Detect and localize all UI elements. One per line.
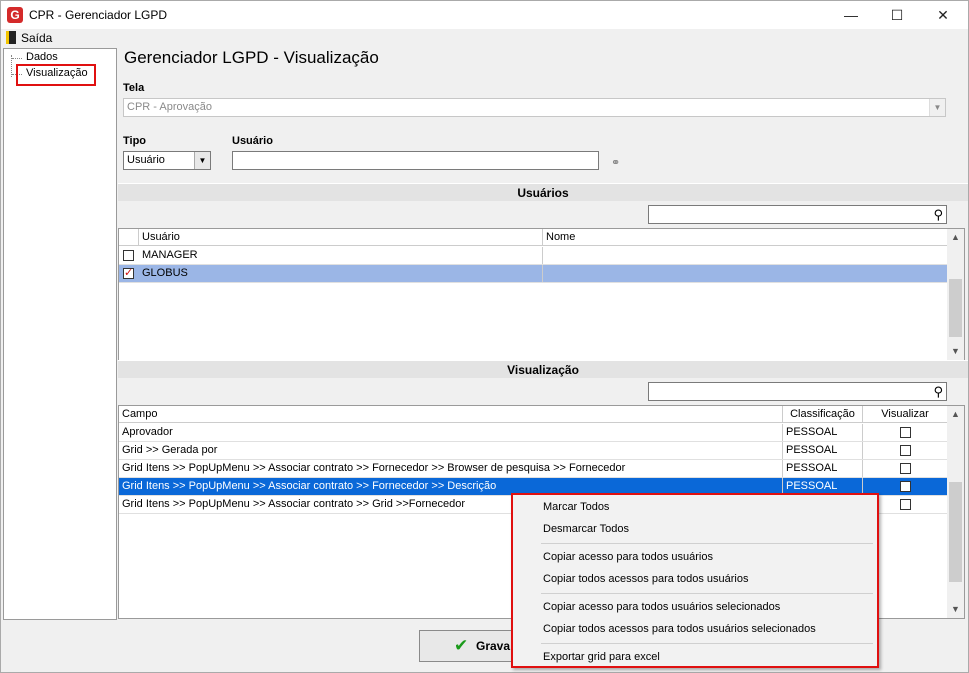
menu-item-exportar-excel[interactable]: Exportar grid para excel [543, 651, 660, 663]
chevron-down-icon: ▼ [929, 99, 945, 116]
scroll-up-icon[interactable]: ▲ [951, 232, 960, 242]
app-logo-icon: G [7, 7, 23, 23]
view-col-visualizar[interactable]: Visualizar [863, 406, 948, 423]
close-button[interactable]: ✕ [920, 1, 966, 29]
checkmark-icon: ✔ [454, 636, 469, 655]
table-row[interactable]: GLOBUS [119, 265, 948, 283]
table-row[interactable]: Aprovador PESSOAL [119, 424, 948, 442]
page-title: Gerenciador LGPD - Visualização [124, 48, 379, 67]
highlight-box-tree [16, 64, 96, 86]
cell-nome [543, 247, 948, 264]
scroll-thumb[interactable] [949, 482, 962, 582]
scroll-down-icon[interactable]: ▼ [951, 346, 960, 356]
menu-item-marcar-todos[interactable]: Marcar Todos [543, 501, 609, 513]
cell-classificacao: PESSOAL [783, 424, 863, 441]
tela-select-value: CPR - Aprovação [127, 101, 212, 113]
users-col-usuario[interactable]: Usuário [139, 229, 543, 246]
users-search-input[interactable]: ⚲ [648, 205, 947, 224]
view-col-campo[interactable]: Campo [119, 406, 783, 423]
menu-item-copiar-acesso-selecionados[interactable]: Copiar acesso para todos usuários seleci… [543, 601, 780, 613]
tree-item-dados[interactable]: Dados [12, 51, 58, 63]
menu-exit[interactable]: Saída [5, 30, 52, 46]
users-col-nome[interactable]: Nome [543, 229, 948, 246]
row-checkbox[interactable] [123, 250, 134, 261]
view-grid-header: Campo Classificação Visualizar [119, 406, 948, 423]
cell-campo: Aprovador [119, 424, 783, 441]
tipo-select[interactable]: Usuário ▼ [123, 151, 211, 170]
users-section-header: Usuários [118, 183, 968, 201]
scroll-thumb[interactable] [949, 279, 962, 337]
menu-separator [541, 593, 873, 594]
tela-label: Tela [123, 82, 145, 94]
users-grid-header: Usuário Nome [119, 229, 948, 246]
cell-classificacao: PESSOAL [783, 460, 863, 477]
menu-bar: Saída [1, 29, 968, 47]
scroll-down-icon[interactable]: ▼ [951, 604, 960, 614]
tipo-label: Tipo [123, 135, 147, 147]
menu-item-desmarcar-todos[interactable]: Desmarcar Todos [543, 523, 629, 535]
cell-nome [543, 265, 948, 282]
menu-item-copiar-todos-acessos-todos[interactable]: Copiar todos acessos para todos usuários [543, 573, 748, 585]
users-header-checkbox-col [119, 229, 139, 246]
save-button-label: Grava [476, 639, 511, 653]
save-button[interactable]: ✔ Grava [419, 630, 519, 662]
search-icon[interactable]: ⚲ [933, 207, 943, 223]
binoculars-search-icon[interactable]: ⚭ [611, 156, 620, 169]
view-col-classificacao[interactable]: Classificação [783, 406, 863, 423]
minimize-button[interactable]: — [828, 1, 874, 29]
menu-separator [541, 543, 873, 544]
table-row[interactable]: Grid >> Gerada por PESSOAL [119, 442, 948, 460]
table-row[interactable]: Grid Itens >> PopUpMenu >> Associar cont… [119, 460, 948, 478]
title-bar: G CPR - Gerenciador LGPD — ☐ ✕ [1, 1, 968, 29]
cell-usuario: GLOBUS [139, 265, 543, 282]
menu-exit-label: Saída [21, 31, 53, 45]
menu-separator [541, 643, 873, 644]
visualizar-checkbox[interactable] [900, 463, 911, 474]
cell-classificacao: PESSOAL [783, 442, 863, 459]
visualizar-checkbox[interactable] [900, 481, 911, 492]
visualizar-checkbox[interactable] [900, 427, 911, 438]
view-search-input[interactable]: ⚲ [648, 382, 947, 401]
exit-door-icon [6, 31, 16, 44]
view-grid-scrollbar[interactable]: ▲ ▼ [947, 406, 964, 618]
users-grid-scrollbar[interactable]: ▲ ▼ [947, 229, 964, 360]
context-menu: Marcar Todos Desmarcar Todos Copiar aces… [511, 493, 879, 668]
cell-usuario: MANAGER [139, 247, 543, 264]
visualizar-checkbox[interactable] [900, 499, 911, 510]
tipo-select-value: Usuário [127, 154, 165, 166]
cell-campo: Grid >> Gerada por [119, 442, 783, 459]
tree-item-label: Dados [26, 51, 58, 63]
tela-select[interactable]: CPR - Aprovação ▼ [123, 98, 946, 117]
chevron-down-icon: ▼ [194, 152, 210, 169]
cell-campo: Grid Itens >> PopUpMenu >> Associar cont… [119, 460, 783, 477]
row-checkbox-checked[interactable] [123, 266, 134, 279]
maximize-button[interactable]: ☐ [874, 1, 920, 29]
usuario-label: Usuário [232, 135, 273, 147]
scroll-up-icon[interactable]: ▲ [951, 409, 960, 419]
users-grid: Usuário Nome MANAGER GLOBUS ▲ ▼ [118, 228, 965, 361]
search-icon[interactable]: ⚲ [933, 384, 943, 400]
menu-item-copiar-todos-acessos-selecionados[interactable]: Copiar todos acessos para todos usuários… [543, 623, 816, 635]
usuario-input[interactable] [232, 151, 599, 170]
visualizar-checkbox[interactable] [900, 445, 911, 456]
window-title: CPR - Gerenciador LGPD [29, 8, 168, 22]
menu-item-copiar-acesso-todos[interactable]: Copiar acesso para todos usuários [543, 551, 713, 563]
view-section-header: Visualização [118, 360, 968, 378]
app-window: G CPR - Gerenciador LGPD — ☐ ✕ Saída Dad… [0, 0, 969, 673]
table-row[interactable]: MANAGER [119, 247, 948, 265]
navigation-tree: Dados Visualização [3, 48, 117, 620]
